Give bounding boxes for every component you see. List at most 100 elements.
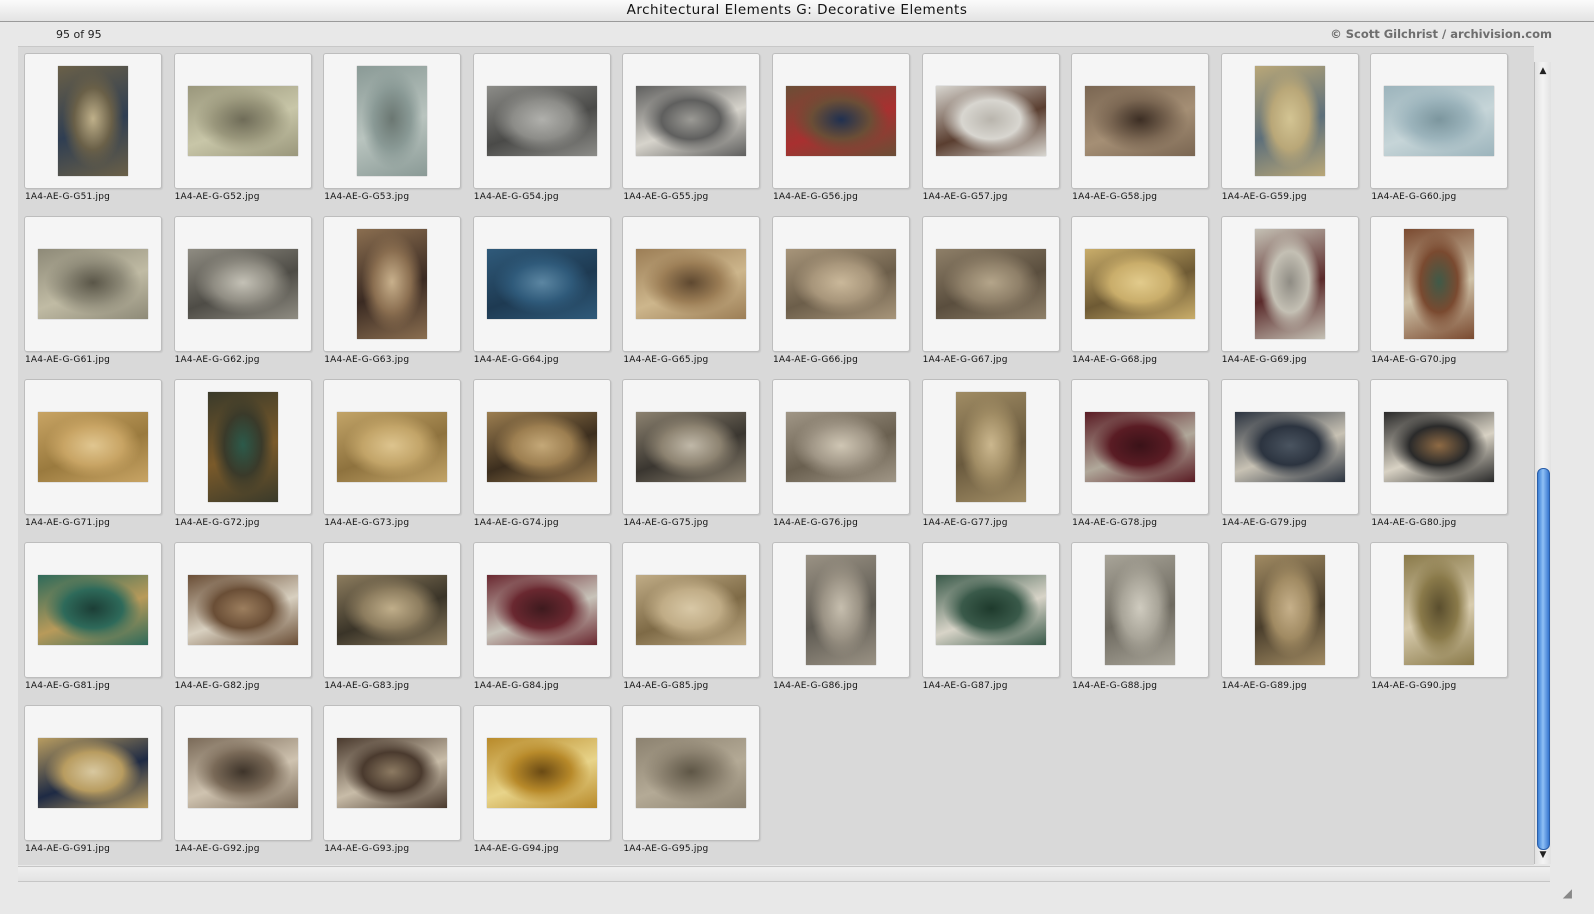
thumbnail-frame[interactable] — [472, 216, 611, 352]
thumbnail-image[interactable] — [1404, 555, 1475, 665]
thumbnail-image[interactable] — [38, 249, 148, 319]
thumbnail-item[interactable]: 1A4-AE-G-G75.jpg — [622, 379, 761, 528]
thumbnail-frame[interactable] — [1370, 379, 1509, 515]
thumbnail-item[interactable]: 1A4-AE-G-G68.jpg — [1071, 216, 1210, 365]
thumbnail-image[interactable] — [187, 86, 298, 156]
thumbnail-frame[interactable] — [323, 705, 462, 841]
thumbnail-item[interactable]: 1A4-AE-G-G61.jpg — [24, 216, 162, 365]
thumbnail-item[interactable]: 1A4-AE-G-G62.jpg — [173, 216, 312, 365]
thumbnail-image[interactable] — [1085, 249, 1196, 319]
thumbnail-image[interactable] — [935, 575, 1046, 645]
thumbnail-frame[interactable] — [472, 705, 611, 841]
thumbnail-image[interactable] — [805, 555, 876, 665]
scroll-down-arrow-icon[interactable]: ▼ — [1535, 848, 1551, 862]
thumbnail-item[interactable]: 1A4-AE-G-G74.jpg — [472, 379, 611, 528]
thumbnail-item[interactable]: 1A4-AE-G-G63.jpg — [323, 216, 462, 365]
thumbnail-image[interactable] — [785, 412, 896, 482]
thumbnail-frame[interactable] — [173, 705, 312, 841]
thumbnail-item[interactable]: 1A4-AE-G-G83.jpg — [323, 542, 462, 691]
thumbnail-image[interactable] — [1384, 86, 1495, 156]
thumbnail-frame[interactable] — [472, 379, 611, 515]
thumbnail-image[interactable] — [935, 86, 1046, 156]
thumbnail-frame[interactable] — [173, 542, 312, 678]
thumbnail-item[interactable]: 1A4-AE-G-G60.jpg — [1370, 53, 1509, 202]
thumbnail-item[interactable]: 1A4-AE-G-G82.jpg — [173, 542, 312, 691]
thumbnail-frame[interactable] — [323, 542, 462, 678]
thumbnail-image[interactable] — [207, 392, 278, 502]
thumbnail-frame[interactable] — [1071, 53, 1210, 189]
thumbnail-item[interactable]: 1A4-AE-G-G95.jpg — [622, 705, 761, 854]
thumbnail-image[interactable] — [1404, 229, 1475, 339]
thumbnail-image[interactable] — [486, 412, 597, 482]
thumbnail-item[interactable]: 1A4-AE-G-G77.jpg — [921, 379, 1060, 528]
thumbnail-frame[interactable] — [921, 53, 1060, 189]
thumbnail-item[interactable]: 1A4-AE-G-G51.jpg — [24, 53, 162, 202]
thumbnail-frame[interactable] — [24, 216, 162, 352]
scrollbar-thumb[interactable] — [1537, 468, 1550, 850]
thumbnail-image[interactable] — [1234, 412, 1345, 482]
thumbnail-item[interactable]: 1A4-AE-G-G59.jpg — [1220, 53, 1359, 202]
thumbnail-frame[interactable] — [921, 216, 1060, 352]
vertical-scrollbar[interactable]: ▲ ▼ — [1534, 62, 1551, 864]
thumbnail-image[interactable] — [785, 249, 896, 319]
thumbnail-item[interactable]: 1A4-AE-G-G86.jpg — [771, 542, 910, 691]
thumbnail-frame[interactable] — [1220, 53, 1359, 189]
thumbnail-frame[interactable] — [24, 705, 162, 841]
thumbnail-image[interactable] — [1085, 86, 1196, 156]
thumbnail-frame[interactable] — [1071, 216, 1210, 352]
thumbnail-item[interactable]: 1A4-AE-G-G87.jpg — [921, 542, 1060, 691]
thumbnail-frame[interactable] — [771, 53, 910, 189]
thumbnail-item[interactable]: 1A4-AE-G-G66.jpg — [771, 216, 910, 365]
thumbnail-frame[interactable] — [622, 542, 761, 678]
thumbnail-frame[interactable] — [173, 379, 312, 515]
thumbnail-image[interactable] — [636, 249, 747, 319]
thumbnail-image[interactable] — [486, 575, 597, 645]
thumbnail-image[interactable] — [38, 738, 148, 808]
thumbnail-item[interactable]: 1A4-AE-G-G73.jpg — [323, 379, 462, 528]
thumbnail-image[interactable] — [1254, 555, 1325, 665]
thumbnail-image[interactable] — [636, 738, 747, 808]
thumbnail-frame[interactable] — [771, 542, 910, 678]
thumbnail-image[interactable] — [187, 738, 298, 808]
thumbnail-frame[interactable] — [323, 379, 462, 515]
thumbnail-frame[interactable] — [622, 53, 761, 189]
thumbnail-image[interactable] — [636, 575, 747, 645]
thumbnail-item[interactable]: 1A4-AE-G-G93.jpg — [323, 705, 462, 854]
thumbnail-frame[interactable] — [472, 53, 611, 189]
thumbnail-frame[interactable] — [472, 542, 611, 678]
thumbnail-image[interactable] — [785, 86, 896, 156]
thumbnail-item[interactable]: 1A4-AE-G-G70.jpg — [1370, 216, 1509, 365]
thumbnail-frame[interactable] — [1220, 379, 1359, 515]
thumbnail-frame[interactable] — [1220, 542, 1359, 678]
thumbnail-item[interactable]: 1A4-AE-G-G54.jpg — [472, 53, 611, 202]
thumbnail-image[interactable] — [1085, 412, 1196, 482]
thumbnail-image[interactable] — [187, 575, 298, 645]
thumbnail-item[interactable]: 1A4-AE-G-G67.jpg — [921, 216, 1060, 365]
thumbnail-image[interactable] — [337, 575, 448, 645]
thumbnail-item[interactable]: 1A4-AE-G-G76.jpg — [771, 379, 910, 528]
thumbnail-image[interactable] — [935, 249, 1046, 319]
thumbnail-frame[interactable] — [771, 379, 910, 515]
thumbnail-item[interactable]: 1A4-AE-G-G94.jpg — [472, 705, 611, 854]
thumbnail-item[interactable]: 1A4-AE-G-G69.jpg — [1220, 216, 1359, 365]
thumbnail-frame[interactable] — [24, 542, 162, 678]
thumbnail-item[interactable]: 1A4-AE-G-G85.jpg — [622, 542, 761, 691]
horizontal-scrollbar[interactable] — [18, 866, 1550, 882]
thumbnail-frame[interactable] — [771, 216, 910, 352]
thumbnail-image[interactable] — [1105, 555, 1176, 665]
thumbnail-image[interactable] — [486, 738, 597, 808]
thumbnail-item[interactable]: 1A4-AE-G-G72.jpg — [173, 379, 312, 528]
thumbnail-item[interactable]: 1A4-AE-G-G71.jpg — [24, 379, 162, 528]
thumbnail-item[interactable]: 1A4-AE-G-G64.jpg — [472, 216, 611, 365]
thumbnail-image[interactable] — [636, 412, 747, 482]
thumbnail-image[interactable] — [38, 575, 148, 645]
thumbnail-frame[interactable] — [24, 53, 162, 189]
scroll-up-arrow-icon[interactable]: ▲ — [1535, 64, 1551, 78]
thumbnail-frame[interactable] — [173, 53, 312, 189]
thumbnail-frame[interactable] — [921, 379, 1060, 515]
thumbnail-frame[interactable] — [1370, 53, 1509, 189]
thumbnail-item[interactable]: 1A4-AE-G-G89.jpg — [1220, 542, 1359, 691]
thumbnail-item[interactable]: 1A4-AE-G-G58.jpg — [1071, 53, 1210, 202]
thumbnail-image[interactable] — [636, 86, 747, 156]
thumbnail-image[interactable] — [1254, 66, 1325, 176]
